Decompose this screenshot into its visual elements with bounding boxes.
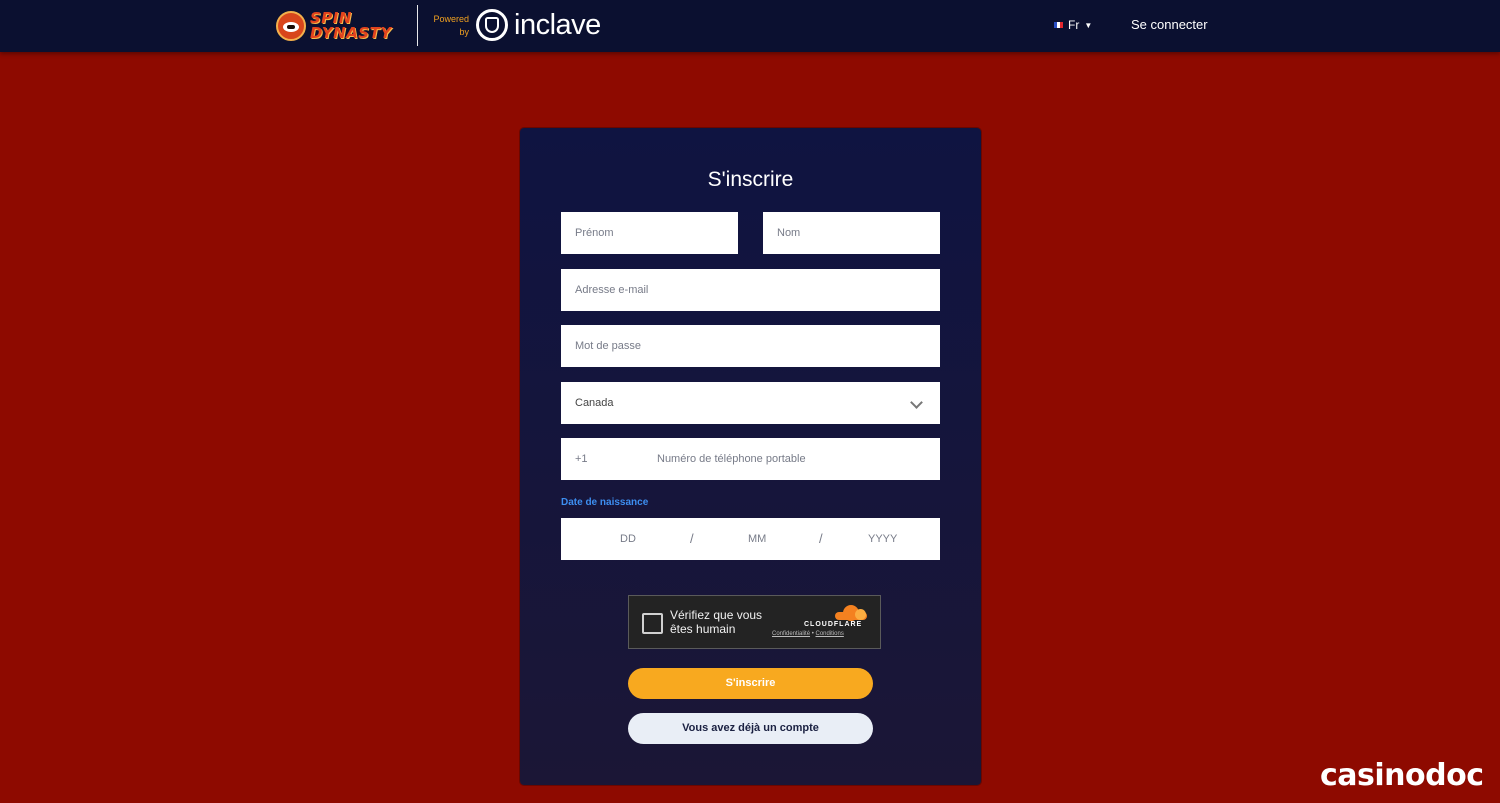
red-panda-icon	[276, 11, 306, 41]
dob-month-input[interactable]: MM	[748, 518, 766, 560]
login-link[interactable]: Se connecter	[1131, 17, 1208, 33]
captcha-label: Vérifiez que vous êtes humain	[670, 608, 780, 636]
captcha-line: êtes humain	[670, 622, 736, 636]
captcha-line: Vérifiez que vous	[670, 608, 763, 622]
country-value: Canada	[575, 397, 614, 409]
shield-icon	[476, 9, 508, 41]
phone-input[interactable]: +1 Numéro de téléphone portable	[561, 438, 940, 480]
dob-input[interactable]: DD / MM / YYYY	[561, 518, 940, 560]
phone-placeholder: Numéro de téléphone portable	[657, 453, 806, 465]
by-line: by	[459, 27, 469, 37]
cloudflare-brand: CLOUDFLARE	[804, 621, 863, 628]
captcha-links: Confidentialité • Conditions	[772, 631, 872, 637]
powered-by-label: Powered by	[429, 13, 469, 39]
phone-prefix[interactable]: +1	[575, 438, 588, 480]
privacy-link[interactable]: Confidentialité	[772, 631, 810, 637]
flag-france-icon	[1054, 22, 1063, 28]
cloudflare-captcha: Vérifiez que vous êtes humain CLOUDFLARE…	[628, 595, 881, 649]
top-navigation-bar: SPIN DYNASTY Powered by inclave Fr ▼ Se …	[0, 0, 1500, 52]
caret-down-icon: ▼	[1084, 20, 1093, 30]
page-title: S'inscrire	[707, 168, 794, 191]
brand-divider	[417, 5, 418, 46]
country-select[interactable]: Canada	[561, 382, 940, 424]
checkbox-icon[interactable]	[642, 613, 663, 634]
signup-card: S'inscrire Prénom Nom Adresse e-mail Mot…	[520, 128, 981, 785]
last-name-input[interactable]: Nom	[763, 212, 940, 254]
cloudflare-cloud-icon	[835, 605, 867, 621]
terms-link[interactable]: Conditions	[815, 631, 843, 637]
dob-separator: /	[690, 531, 694, 546]
powered-line: Powered	[433, 14, 469, 24]
brand-name: SPIN DYNASTY	[310, 9, 392, 42]
dob-year-input[interactable]: YYYY	[868, 518, 897, 560]
language-label: Fr	[1068, 18, 1080, 32]
have-account-button[interactable]: Vous avez déjà un compte	[628, 713, 873, 744]
spin-dynasty-logo[interactable]: SPIN DYNASTY	[276, 6, 406, 46]
dob-day-input[interactable]: DD	[620, 518, 636, 560]
chevron-down-icon	[910, 396, 923, 409]
dob-separator: /	[819, 531, 823, 546]
first-name-input[interactable]: Prénom	[561, 212, 738, 254]
password-input[interactable]: Mot de passe	[561, 325, 940, 367]
language-selector[interactable]: Fr ▼	[1054, 17, 1092, 33]
dob-label: Date de naissance	[561, 497, 649, 508]
signup-button[interactable]: S'inscrire	[628, 668, 873, 699]
inclave-logo-text: inclave	[514, 9, 601, 41]
link-separator: •	[811, 631, 814, 637]
casinodoc-watermark: casinodoc	[1320, 758, 1484, 793]
email-input[interactable]: Adresse e-mail	[561, 269, 940, 311]
